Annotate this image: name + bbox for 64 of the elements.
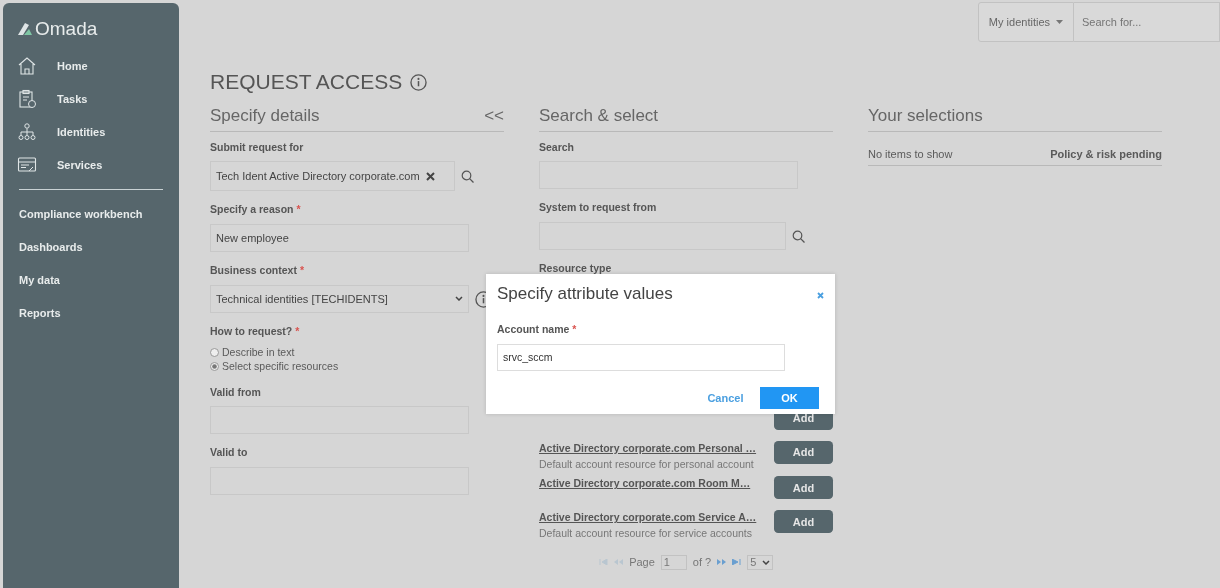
add-button[interactable]: Add bbox=[774, 510, 833, 534]
info-icon bbox=[410, 73, 428, 91]
chevron-icon bbox=[761, 559, 770, 565]
resource-description: Default account resource for service accounts bbox=[539, 526, 754, 541]
field-label: Search bbox=[539, 139, 576, 155]
status-text: Policy & risk pending bbox=[1050, 146, 1162, 162]
resource-link[interactable]: Active Directory corporate.com Service A… bbox=[539, 510, 757, 526]
field-label: Specify a reason * bbox=[210, 202, 302, 218]
field-label: Resource type bbox=[539, 261, 613, 276]
resource-link[interactable]: Active Directory corporate.com Room M… bbox=[539, 476, 751, 492]
first-page-icon bbox=[599, 559, 609, 565]
search-field[interactable]: Search for... bbox=[1074, 2, 1220, 42]
sidebar-link[interactable]: Dashboards bbox=[3, 230, 179, 264]
field-label: Account name * bbox=[497, 322, 578, 338]
chevron-icon bbox=[455, 296, 463, 302]
field-label: Submit request for bbox=[210, 139, 305, 155]
cancel-button[interactable]: Cancel bbox=[707, 389, 744, 407]
empty-message: No items to show bbox=[868, 146, 953, 162]
org-chart-icon bbox=[17, 122, 37, 142]
previous-page-icon bbox=[614, 559, 624, 565]
page-title: REQUEST ACCESS bbox=[210, 69, 403, 95]
add-button[interactable]: Add bbox=[774, 440, 833, 464]
ok-button[interactable]: OK bbox=[760, 387, 819, 410]
page-label: Page bbox=[629, 554, 655, 570]
close-icon bbox=[817, 291, 824, 299]
logo-icon bbox=[17, 21, 33, 38]
sidebar-link[interactable]: Compliance workbench bbox=[3, 197, 179, 231]
section-title: Specify details bbox=[210, 105, 320, 127]
sidebar-item[interactable]: Tasks bbox=[3, 82, 179, 116]
next-page-icon bbox=[717, 559, 727, 565]
input-field[interactable]: srvc_sccm bbox=[497, 344, 785, 372]
dropdown[interactable]: Technical identities [TECHIDENTS] bbox=[210, 284, 469, 313]
field-label: Valid from bbox=[210, 384, 262, 400]
sidebar-item[interactable]: Identities bbox=[3, 115, 179, 149]
dialog-title: Specify attribute values bbox=[497, 284, 673, 305]
collapse-button[interactable]: << bbox=[484, 103, 504, 129]
page-count: of ? bbox=[692, 554, 712, 570]
caret-icon bbox=[1056, 20, 1063, 24]
sidebar-item[interactable]: Services bbox=[3, 148, 179, 182]
input-field[interactable]: Tech Ident Active Directory corporate.com bbox=[210, 161, 455, 192]
last-page-icon bbox=[732, 559, 742, 565]
section-title: Your selections bbox=[868, 103, 1162, 132]
sidebar-item[interactable]: Home bbox=[3, 49, 179, 83]
house-icon bbox=[17, 56, 37, 76]
section-title: Search & select bbox=[539, 103, 833, 132]
field-label: System to request from bbox=[539, 200, 658, 216]
add-button[interactable]: Add bbox=[774, 476, 833, 500]
logo-text: Omada bbox=[35, 17, 98, 41]
field-label: Business context * bbox=[210, 263, 305, 278]
clipboard-icon bbox=[17, 89, 37, 109]
scope-dropdown[interactable]: My identities bbox=[977, 2, 1074, 42]
field-label: Valid to bbox=[210, 445, 249, 461]
search-icon bbox=[460, 169, 474, 183]
selected-identity: Tech Ident Active Directory corporate.com bbox=[216, 169, 420, 184]
remove-icon bbox=[425, 171, 435, 181]
page-input[interactable]: 1 bbox=[660, 554, 687, 570]
resource-description: Default account resource for personal account bbox=[539, 456, 755, 472]
search-icon bbox=[791, 229, 805, 243]
resource-link[interactable]: Active Directory corporate.com Personal … bbox=[539, 440, 757, 457]
input-field[interactable]: New employee bbox=[210, 224, 469, 252]
sidebar-link[interactable]: My data bbox=[3, 263, 179, 297]
sidebar-link[interactable]: Reports bbox=[3, 296, 179, 330]
page-size-select[interactable]: 5 bbox=[747, 554, 773, 570]
card-icon bbox=[17, 155, 37, 175]
